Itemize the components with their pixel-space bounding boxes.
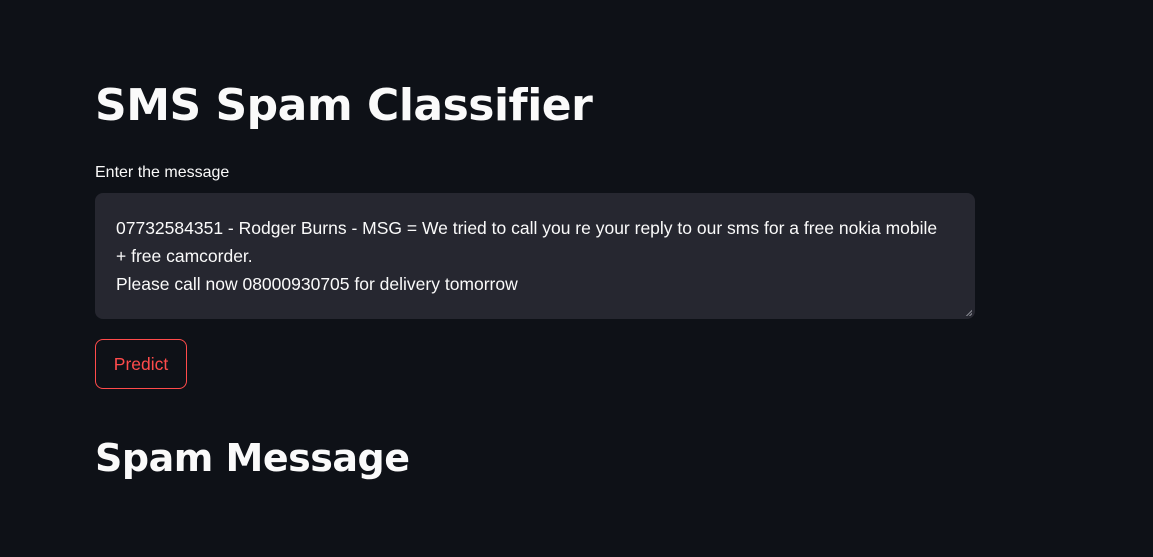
app-container: SMS Spam Classifier Enter the message 07… xyxy=(0,0,1153,557)
resize-handle-icon[interactable] xyxy=(965,309,972,316)
message-textarea[interactable]: 07732584351 - Rodger Burns - MSG = We tr… xyxy=(95,193,975,319)
prediction-result: Spam Message xyxy=(95,436,410,480)
message-input-label: Enter the message xyxy=(95,164,230,181)
message-textarea-value[interactable]: 07732584351 - Rodger Burns - MSG = We tr… xyxy=(116,214,946,298)
predict-button[interactable]: Predict xyxy=(95,339,187,389)
page-title: SMS Spam Classifier xyxy=(95,80,593,131)
